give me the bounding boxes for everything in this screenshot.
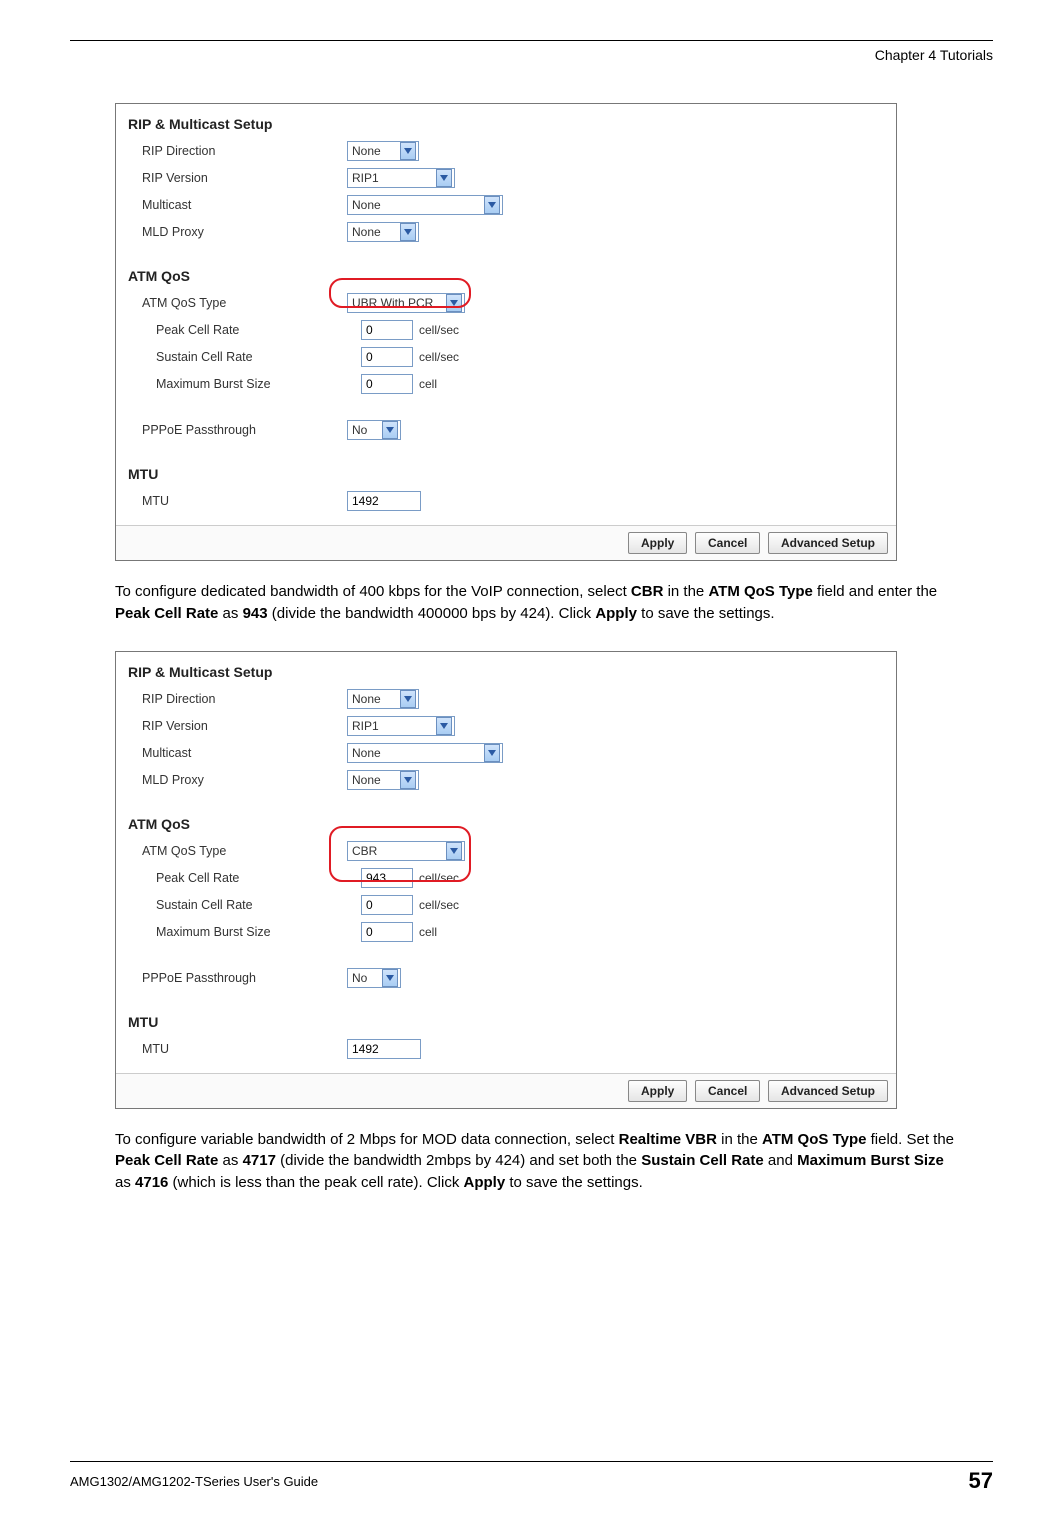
multicast-label: Multicast bbox=[128, 198, 347, 212]
apply-button[interactable]: Apply bbox=[628, 532, 687, 554]
sustain-cell-rate-label: Sustain Cell Rate bbox=[128, 898, 361, 912]
peak-cell-rate-input[interactable] bbox=[361, 320, 413, 340]
chevron-down-icon bbox=[400, 690, 416, 708]
mld-proxy-label: MLD Proxy bbox=[128, 773, 347, 787]
button-bar: Apply Cancel Advanced Setup bbox=[116, 1073, 896, 1108]
chevron-down-icon bbox=[400, 142, 416, 160]
atm-qos-type-label: ATM QoS Type bbox=[128, 296, 347, 310]
apply-button[interactable]: Apply bbox=[628, 1080, 687, 1102]
peak-unit: cell/sec bbox=[419, 871, 459, 885]
cancel-button[interactable]: Cancel bbox=[695, 532, 760, 554]
chevron-down-icon bbox=[446, 842, 462, 860]
multicast-select[interactable]: None bbox=[347, 743, 503, 763]
sustain-cell-rate-input[interactable] bbox=[361, 347, 413, 367]
page-number: 57 bbox=[969, 1468, 993, 1494]
advanced-setup-button[interactable]: Advanced Setup bbox=[768, 1080, 888, 1102]
atm-qos-type-select[interactable]: UBR With PCR bbox=[347, 293, 465, 313]
rip-direction-label: RIP Direction bbox=[128, 144, 347, 158]
pppoe-passthrough-label: PPPoE Passthrough bbox=[128, 423, 347, 437]
chevron-down-icon bbox=[436, 169, 452, 187]
chevron-down-icon bbox=[400, 771, 416, 789]
rip-direction-label: RIP Direction bbox=[128, 692, 347, 706]
mld-proxy-select[interactable]: None bbox=[347, 222, 419, 242]
mtu-input[interactable] bbox=[347, 491, 421, 511]
section-mtu: MTU bbox=[128, 466, 884, 482]
max-burst-size-label: Maximum Burst Size bbox=[128, 925, 361, 939]
rip-version-select[interactable]: RIP1 bbox=[347, 716, 455, 736]
multicast-select[interactable]: None bbox=[347, 195, 503, 215]
mtu-label: MTU bbox=[128, 1042, 347, 1056]
sustain-cell-rate-input[interactable] bbox=[361, 895, 413, 915]
pppoe-passthrough-select[interactable]: No bbox=[347, 968, 401, 988]
chevron-down-icon bbox=[446, 294, 462, 312]
atm-qos-type-label: ATM QoS Type bbox=[128, 844, 347, 858]
button-bar: Apply Cancel Advanced Setup bbox=[116, 525, 896, 560]
chevron-down-icon bbox=[382, 969, 398, 987]
cancel-button[interactable]: Cancel bbox=[695, 1080, 760, 1102]
section-rip-multicast: RIP & Multicast Setup bbox=[128, 664, 884, 680]
max-burst-size-label: Maximum Burst Size bbox=[128, 377, 361, 391]
peak-unit: cell/sec bbox=[419, 323, 459, 337]
rip-version-label: RIP Version bbox=[128, 719, 347, 733]
pppoe-passthrough-label: PPPoE Passthrough bbox=[128, 971, 347, 985]
chevron-down-icon bbox=[484, 196, 500, 214]
max-burst-size-input[interactable] bbox=[361, 922, 413, 942]
atm-qos-type-select[interactable]: CBR bbox=[347, 841, 465, 861]
peak-cell-rate-input[interactable] bbox=[361, 868, 413, 888]
chevron-down-icon bbox=[382, 421, 398, 439]
sustain-unit: cell/sec bbox=[419, 898, 459, 912]
section-rip-multicast: RIP & Multicast Setup bbox=[128, 116, 884, 132]
config-panel-1: RIP & Multicast Setup RIP Direction None… bbox=[115, 103, 897, 561]
mld-proxy-select[interactable]: None bbox=[347, 770, 419, 790]
pppoe-passthrough-select[interactable]: No bbox=[347, 420, 401, 440]
rip-version-select[interactable]: RIP1 bbox=[347, 168, 455, 188]
chevron-down-icon bbox=[484, 744, 500, 762]
rip-direction-select[interactable]: None bbox=[347, 141, 419, 161]
config-panel-2: RIP & Multicast Setup RIP Direction None… bbox=[115, 651, 897, 1109]
mtu-label: MTU bbox=[128, 494, 347, 508]
chevron-down-icon bbox=[436, 717, 452, 735]
advanced-setup-button[interactable]: Advanced Setup bbox=[768, 532, 888, 554]
footer-guide-name: AMG1302/AMG1202-TSeries User's Guide bbox=[70, 1474, 318, 1489]
mld-proxy-label: MLD Proxy bbox=[128, 225, 347, 239]
section-atm-qos: ATM QoS bbox=[128, 268, 884, 284]
peak-cell-rate-label: Peak Cell Rate bbox=[128, 871, 361, 885]
rip-direction-select[interactable]: None bbox=[347, 689, 419, 709]
section-mtu: MTU bbox=[128, 1014, 884, 1030]
max-burst-size-input[interactable] bbox=[361, 374, 413, 394]
chevron-down-icon bbox=[400, 223, 416, 241]
multicast-label: Multicast bbox=[128, 746, 347, 760]
section-atm-qos: ATM QoS bbox=[128, 816, 884, 832]
sustain-cell-rate-label: Sustain Cell Rate bbox=[128, 350, 361, 364]
paragraph-2: To configure variable bandwidth of 2 Mbp… bbox=[115, 1129, 955, 1194]
sustain-unit: cell/sec bbox=[419, 350, 459, 364]
chapter-header: Chapter 4 Tutorials bbox=[70, 47, 993, 63]
burst-unit: cell bbox=[419, 377, 437, 391]
paragraph-1: To configure dedicated bandwidth of 400 … bbox=[115, 581, 955, 625]
rip-version-label: RIP Version bbox=[128, 171, 347, 185]
burst-unit: cell bbox=[419, 925, 437, 939]
peak-cell-rate-label: Peak Cell Rate bbox=[128, 323, 361, 337]
mtu-input[interactable] bbox=[347, 1039, 421, 1059]
